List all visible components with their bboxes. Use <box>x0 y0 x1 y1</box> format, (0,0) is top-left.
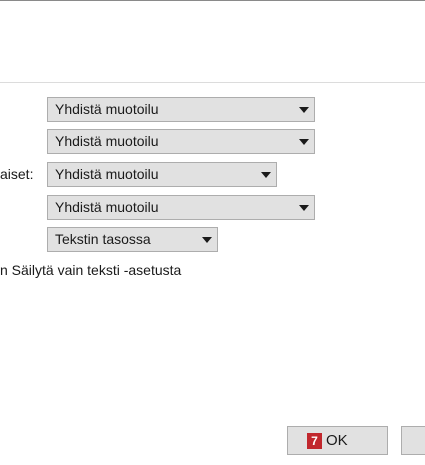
keytip-badge: 7 <box>307 433 322 449</box>
paste-conflict-styles-select[interactable]: Yhdistä muotoilu <box>47 162 277 187</box>
chevron-down-icon <box>202 237 212 243</box>
chevron-down-icon <box>299 107 309 113</box>
header-divider <box>0 82 425 83</box>
select-value: Yhdistä muotoilu <box>55 133 159 149</box>
insert-pictures-as-select[interactable]: Tekstin tasossa <box>47 227 218 252</box>
paste-options-dialog: Yhdistä muotoilu Yhdistä muotoilu aiset:… <box>0 0 425 465</box>
select-value: Tekstin tasossa <box>55 231 151 247</box>
select-value: Yhdistä muotoilu <box>55 101 159 117</box>
ok-button-label: OK <box>326 432 348 449</box>
row-label: aiset: <box>0 166 34 182</box>
dialog-header-area <box>0 1 425 82</box>
paste-within-document-select[interactable]: Yhdistä muotoilu <box>47 97 315 122</box>
paste-other-programs-select[interactable]: Yhdistä muotoilu <box>47 195 315 220</box>
cancel-button[interactable] <box>401 426 425 455</box>
paste-between-documents-select[interactable]: Yhdistä muotoilu <box>47 129 315 154</box>
select-value: Yhdistä muotoilu <box>55 166 159 182</box>
select-value: Yhdistä muotoilu <box>55 199 159 215</box>
chevron-down-icon <box>261 172 271 178</box>
chevron-down-icon <box>299 139 309 145</box>
keep-text-only-option-label: n Säilytä vain teksti -asetusta <box>0 262 182 278</box>
ok-button[interactable]: 7 OK <box>287 426 388 455</box>
chevron-down-icon <box>299 205 309 211</box>
